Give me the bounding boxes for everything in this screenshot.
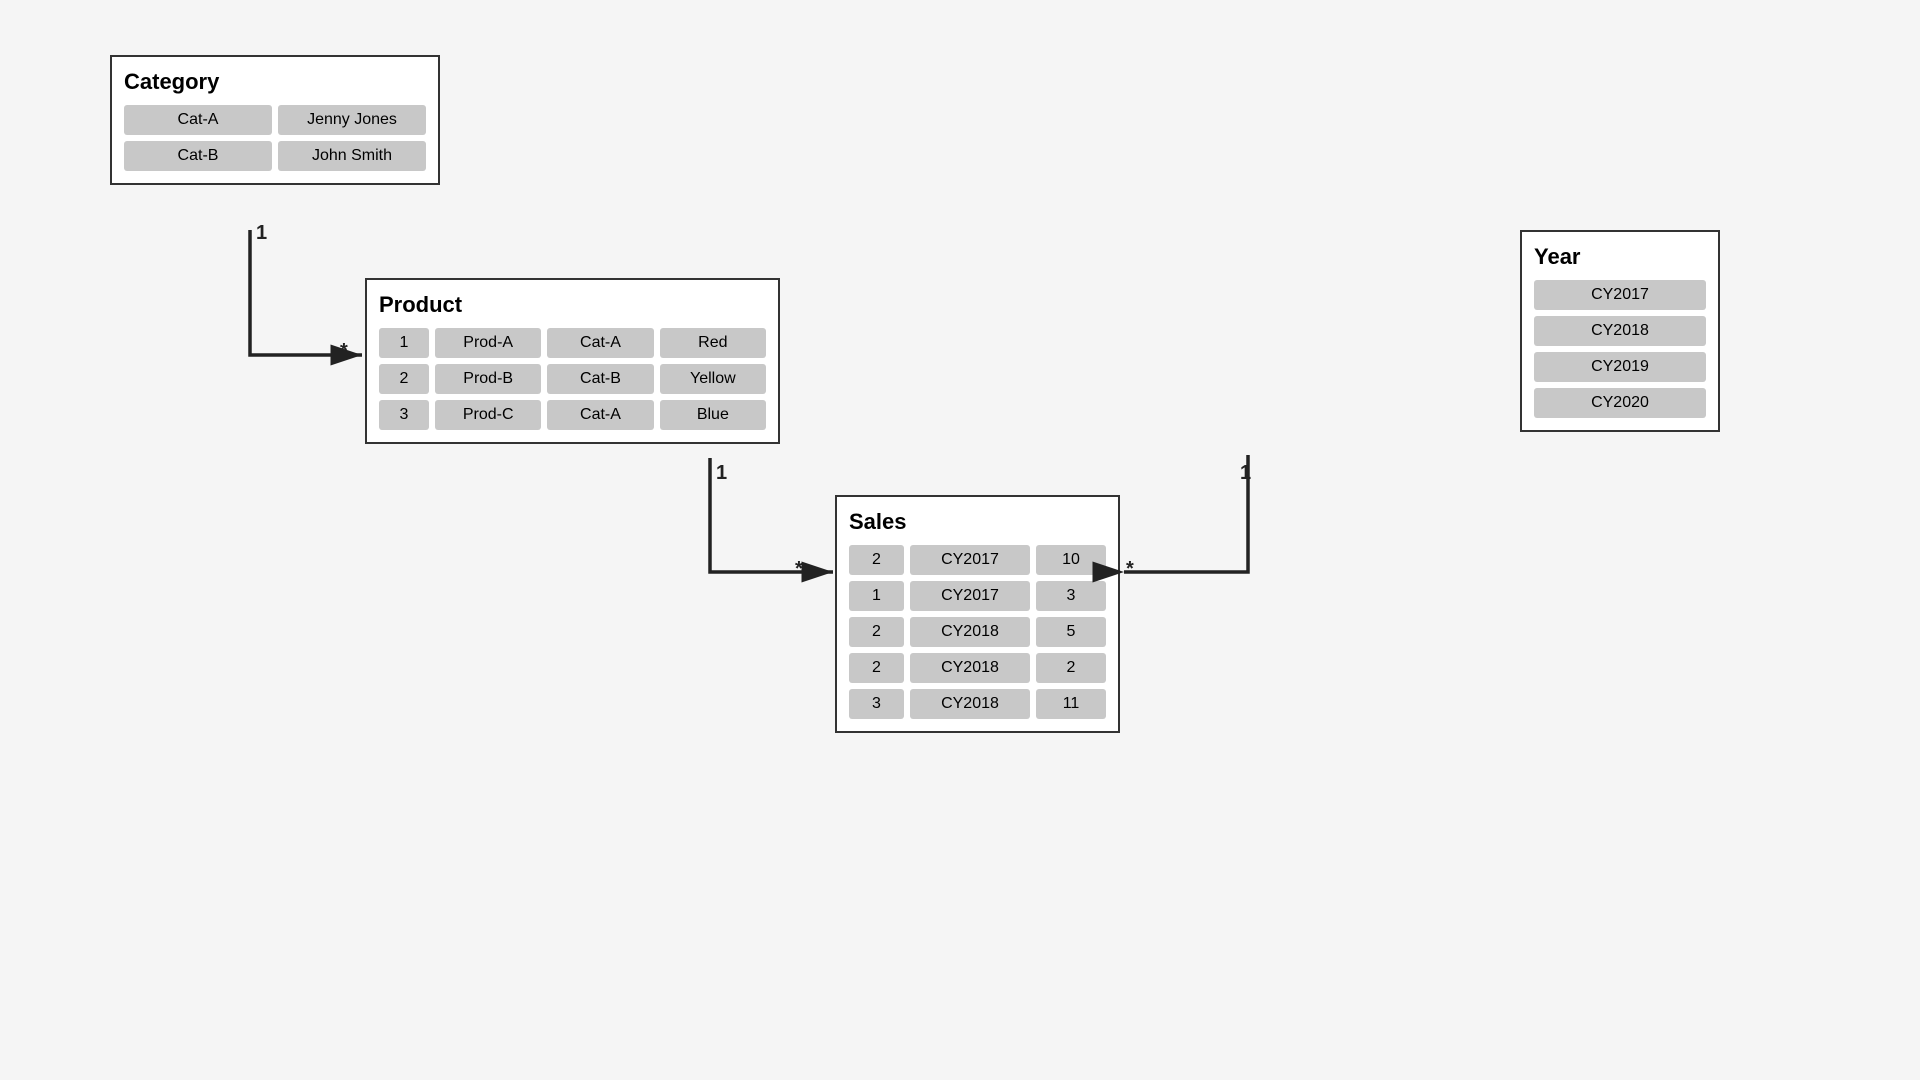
prod-sales-many-label: * [795,558,803,581]
product-title: Product [379,292,766,318]
product-grid: 1 Prod-A Cat-A Red 2 Prod-B Cat-B Yellow… [379,328,766,430]
product-cell: Blue [660,400,766,430]
product-cell: Yellow [660,364,766,394]
product-cell: 1 [379,328,429,358]
year-cell: CY2018 [1534,316,1706,346]
year-cell: CY2019 [1534,352,1706,382]
sales-cell: 1 [849,581,904,611]
product-cell: Cat-A [547,400,653,430]
year-cell: CY2017 [1534,280,1706,310]
year-sales-one-label: 1 [1240,462,1251,485]
category-title: Category [124,69,426,95]
sales-cell: 11 [1036,689,1106,719]
sales-grid: 2 CY2017 10 1 CY2017 3 2 CY2018 5 2 CY20… [849,545,1106,719]
sales-cell: 10 [1036,545,1106,575]
cat-prod-many-label: * [340,340,348,363]
product-cell: Cat-B [547,364,653,394]
prod-sales-one-label: 1 [716,462,727,485]
year-table: Year CY2017 CY2018 CY2019 CY2020 [1520,230,1720,432]
product-cell: Prod-B [435,364,541,394]
sales-cell: 2 [849,653,904,683]
sales-title: Sales [849,509,1106,535]
product-cell: Cat-A [547,328,653,358]
cat-prod-one-label: 1 [256,222,267,245]
sales-cell: CY2018 [910,653,1030,683]
sales-cell: 3 [1036,581,1106,611]
sales-cell: CY2017 [910,581,1030,611]
sales-cell: 2 [849,617,904,647]
sales-cell: CY2018 [910,689,1030,719]
year-title: Year [1534,244,1706,270]
year-sales-line [1124,455,1248,572]
sales-cell: 3 [849,689,904,719]
sales-cell: 5 [1036,617,1106,647]
product-table: Product 1 Prod-A Cat-A Red 2 Prod-B Cat-… [365,278,780,444]
product-cell: Prod-C [435,400,541,430]
category-cell: Cat-A [124,105,272,135]
sales-cell: 2 [1036,653,1106,683]
prod-sales-line [710,458,833,572]
category-grid: Cat-A Jenny Jones Cat-B John Smith [124,105,426,171]
category-cell: Cat-B [124,141,272,171]
product-cell: 3 [379,400,429,430]
product-cell: Red [660,328,766,358]
year-sales-many-label: * [1126,558,1134,581]
sales-cell: CY2017 [910,545,1030,575]
year-grid: CY2017 CY2018 CY2019 CY2020 [1534,280,1706,418]
category-table: Category Cat-A Jenny Jones Cat-B John Sm… [110,55,440,185]
sales-cell: CY2018 [910,617,1030,647]
category-cell: John Smith [278,141,426,171]
sales-cell: 2 [849,545,904,575]
category-cell: Jenny Jones [278,105,426,135]
cat-prod-line [250,230,362,355]
sales-table: Sales 2 CY2017 10 1 CY2017 3 2 CY2018 5 … [835,495,1120,733]
product-cell: 2 [379,364,429,394]
year-cell: CY2020 [1534,388,1706,418]
product-cell: Prod-A [435,328,541,358]
